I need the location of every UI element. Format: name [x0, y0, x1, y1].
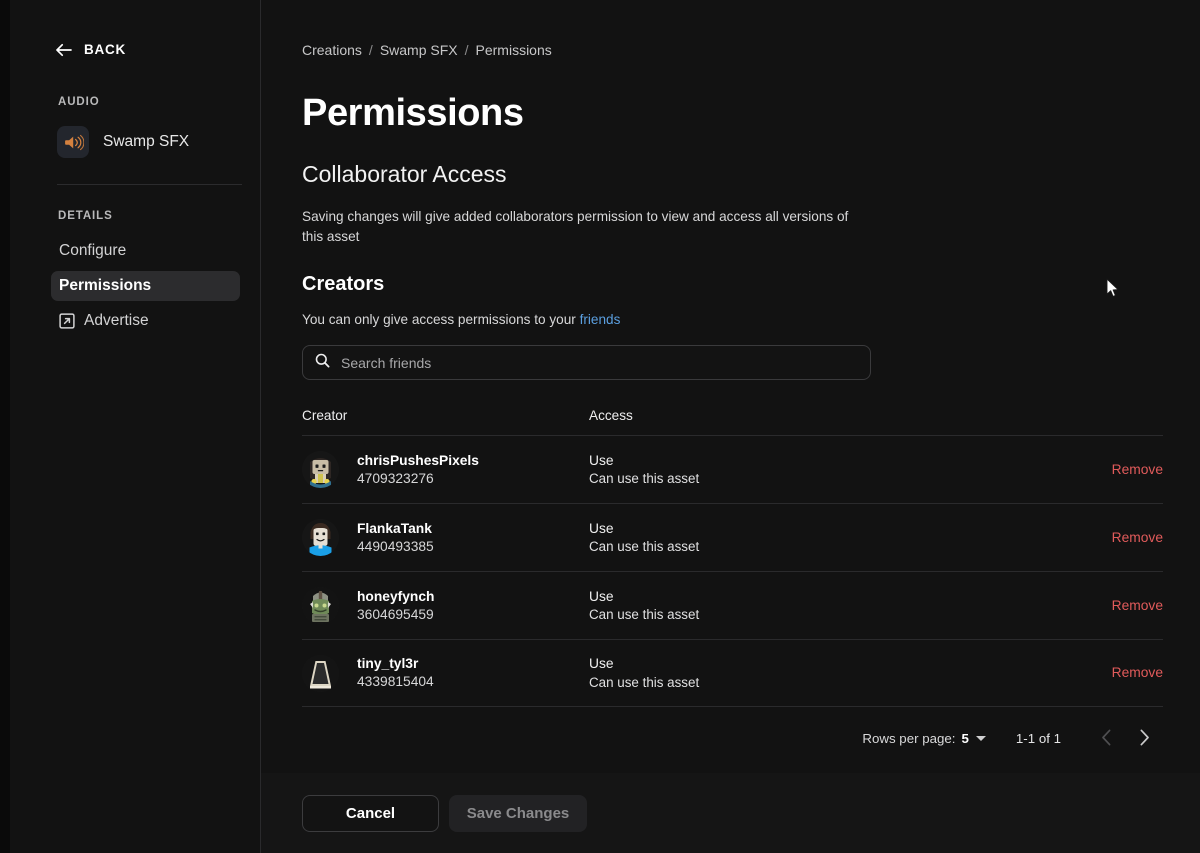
pagination-range: 1-1 of 1: [1015, 731, 1061, 747]
avatar: [302, 519, 339, 557]
creator-user-id: 3604695459: [357, 606, 434, 622]
search-icon: [315, 353, 330, 373]
access-cell: Use Can use this asset: [589, 520, 1043, 557]
creators-description-text: You can only give access permissions to …: [302, 312, 580, 328]
action-cell: Remove: [1043, 461, 1163, 479]
back-arrow-icon: [56, 43, 73, 57]
breadcrumb-item-permissions: Permissions: [475, 42, 552, 58]
breadcrumb-item-creations[interactable]: Creations: [302, 42, 362, 58]
access-title: Use: [589, 452, 614, 468]
action-cell: Remove: [1043, 597, 1163, 615]
sidebar-section-details: DETAILS: [58, 210, 113, 222]
sidebar-asset-item[interactable]: Swamp SFX: [57, 126, 189, 158]
breadcrumb-separator: /: [368, 42, 373, 58]
table-row: tiny_tyl3r 4339815404 Use Can use this a…: [302, 639, 1163, 708]
left-rail: [0, 0, 10, 853]
chevron-down-icon: [975, 736, 986, 742]
table-header-row: Creator Access: [302, 408, 1163, 435]
sidebar-item-configure[interactable]: Configure: [51, 236, 240, 266]
friends-link[interactable]: friends: [580, 312, 621, 327]
chevron-right-icon: [1139, 729, 1150, 749]
creator-user-id: 4709323276: [357, 470, 434, 486]
breadcrumb: Creations / Swamp SFX / Permissions: [302, 42, 1200, 58]
creators-description: You can only give access permissions to …: [302, 312, 1200, 327]
table-row: honeyfynch 3604695459 Use Can use this a…: [302, 571, 1163, 639]
creator-info: FlankaTank 4490493385: [357, 520, 434, 557]
avatar: [302, 654, 339, 692]
search-input[interactable]: Search friends: [341, 355, 431, 371]
table-row: FlankaTank 4490493385 Use Can use this a…: [302, 503, 1163, 571]
creator-info: honeyfynch 3604695459: [357, 588, 434, 625]
previous-page-button[interactable]: [1087, 722, 1125, 755]
cancel-button[interactable]: Cancel: [302, 794, 439, 832]
rows-per-page-label: Rows per page:: [862, 731, 956, 747]
access-cell: Use Can use this asset: [589, 452, 1043, 489]
back-button[interactable]: BACK: [56, 42, 126, 57]
external-link-icon: [59, 313, 75, 329]
rows-per-page-value: 5: [961, 731, 969, 747]
sidebar-item-label: Permissions: [59, 277, 152, 294]
breadcrumb-separator: /: [464, 42, 469, 58]
sidebar-item-label: Configure: [59, 242, 127, 259]
access-description: Can use this asset: [589, 674, 700, 690]
creator-user-id: 4490493385: [357, 538, 434, 554]
access-cell: Use Can use this asset: [589, 655, 1043, 692]
pagination: Rows per page: 5 1-1 of 1: [302, 722, 1163, 755]
audio-speaker-icon: [57, 126, 89, 158]
footer-actions: Cancel Save Changes: [302, 773, 587, 853]
collaborators-table: Creator Access chrisPushesPixels 4709323…: [302, 408, 1163, 708]
sidebar: BACK AUDIO Swamp SFX DETAILS Configure P…: [10, 0, 261, 853]
collaborator-access-heading: Collaborator Access: [302, 161, 507, 187]
creator-username: honeyfynch: [357, 588, 435, 604]
sidebar-nav: Configure Permissions Advertise: [10, 236, 260, 336]
page-title: Permissions: [302, 92, 524, 134]
table-row: chrisPushesPixels 4709323276 Use Can use…: [302, 435, 1163, 503]
column-header-creator: Creator: [302, 407, 348, 423]
avatar: [302, 587, 339, 625]
sidebar-item-label: Advertise: [84, 312, 149, 329]
avatar: [302, 451, 339, 489]
creator-username: chrisPushesPixels: [357, 452, 479, 468]
sidebar-section-audio: AUDIO: [58, 96, 100, 108]
collaborator-access-description: Saving changes will give added collabora…: [302, 209, 849, 244]
column-header-access: Access: [589, 407, 633, 423]
creator-info: chrisPushesPixels 4709323276: [357, 452, 479, 489]
creator-cell: honeyfynch 3604695459: [302, 587, 589, 625]
sidebar-asset-name: Swamp SFX: [103, 133, 190, 150]
breadcrumb-item-asset[interactable]: Swamp SFX: [380, 42, 458, 58]
sidebar-divider: [57, 184, 242, 185]
sidebar-item-permissions[interactable]: Permissions: [51, 271, 240, 301]
sidebar-item-advertise[interactable]: Advertise: [51, 306, 240, 336]
remove-button[interactable]: Remove: [1112, 462, 1163, 477]
access-cell: Use Can use this asset: [589, 588, 1043, 625]
creator-username: FlankaTank: [357, 520, 432, 536]
rows-per-page-select[interactable]: 5: [962, 731, 986, 746]
access-description: Can use this asset: [589, 539, 700, 555]
access-title: Use: [589, 520, 614, 536]
creator-cell: FlankaTank 4490493385: [302, 519, 589, 557]
access-title: Use: [589, 588, 614, 604]
main-content: Creations / Swamp SFX / Permissions Perm…: [261, 0, 1200, 853]
creator-username: tiny_tyl3r: [357, 656, 419, 672]
next-page-button[interactable]: [1125, 722, 1163, 755]
action-cell: Remove: [1043, 664, 1163, 682]
creator-user-id: 4339815404: [357, 674, 434, 690]
creator-cell: chrisPushesPixels 4709323276: [302, 451, 589, 489]
chevron-left-icon: [1101, 729, 1112, 749]
save-changes-button: Save Changes: [449, 794, 587, 832]
access-description: Can use this asset: [589, 471, 700, 487]
creator-info: tiny_tyl3r 4339815404: [357, 655, 434, 692]
creators-heading: Creators: [302, 273, 385, 296]
action-cell: Remove: [1043, 529, 1163, 547]
back-label: BACK: [84, 42, 126, 57]
search-friends-box[interactable]: Search friends: [302, 345, 871, 381]
permissions-page: BACK AUDIO Swamp SFX DETAILS Configure P…: [0, 0, 1200, 853]
creator-cell: tiny_tyl3r 4339815404: [302, 654, 589, 692]
remove-button[interactable]: Remove: [1112, 530, 1163, 545]
remove-button[interactable]: Remove: [1112, 598, 1163, 613]
access-description: Can use this asset: [589, 607, 700, 623]
remove-button[interactable]: Remove: [1112, 665, 1163, 680]
access-title: Use: [589, 656, 614, 672]
